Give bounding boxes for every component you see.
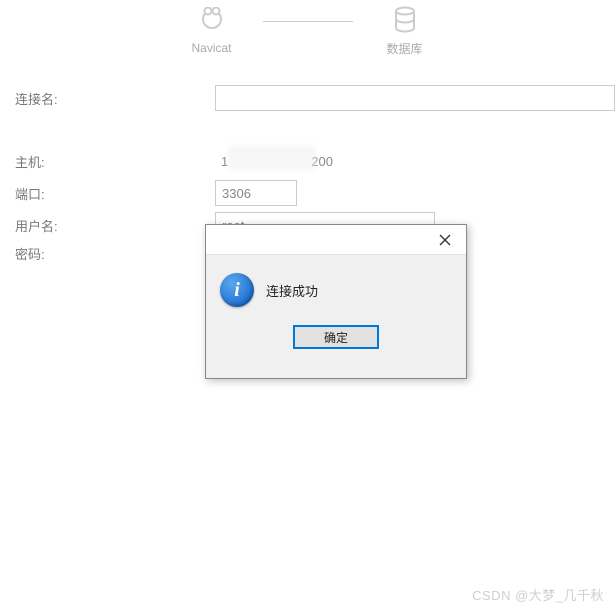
dialog-titlebar [206,225,466,255]
ok-button[interactable]: 确定 [293,325,379,349]
database-icon [393,4,417,36]
info-icon: i [220,273,254,307]
database-label: 数据库 [386,40,422,57]
port-label: 端口: [15,184,215,203]
navicat-label: Navicat [191,41,231,55]
navicat-icon [198,5,226,37]
message-dialog: i 连接成功 确定 [205,224,467,379]
connection-diagram: Navicat 数据库 [0,0,616,60]
close-icon [439,234,451,246]
row-port: 端口: [15,180,616,206]
dialog-message: 连接成功 [266,281,318,300]
close-button[interactable] [424,225,466,255]
dialog-body: i 连接成功 [206,255,466,317]
host-label: 主机: [15,152,215,171]
navicat-endpoint: Navicat [164,5,259,55]
host-redaction [228,146,316,170]
conn-name-label: 连接名: [15,89,215,108]
user-label: 用户名: [15,216,215,235]
database-endpoint: 数据库 [357,4,452,57]
port-input[interactable] [215,180,297,206]
watermark: CSDN @大梦_几千秋 [472,585,604,604]
dialog-buttons: 确定 [206,317,466,363]
pass-label: 密码: [15,244,215,263]
row-connection-name: 连接名: [15,85,616,111]
conn-name-input[interactable] [215,85,615,111]
connection-line [263,21,353,22]
